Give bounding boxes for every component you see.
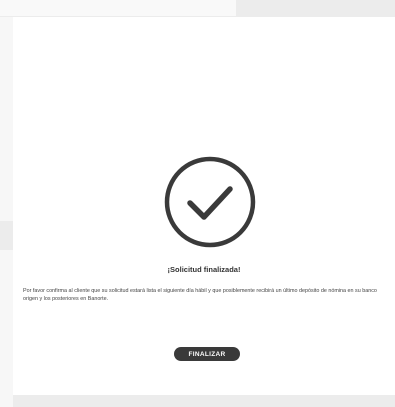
side-panel-lower — [0, 250, 13, 407]
finish-button[interactable]: FINALIZAR — [174, 347, 240, 361]
top-bar-background — [0, 0, 236, 16]
side-panel-upper — [0, 17, 13, 221]
dialog-title: ¡Solicitud finalizada! — [167, 265, 241, 274]
confirmation-card: ¡Solicitud finalizada! Por favor confirm… — [13, 17, 395, 395]
checkmark-circle-icon — [163, 155, 257, 249]
dialog-message: Por favor confirma al cliente que su sol… — [23, 288, 377, 302]
